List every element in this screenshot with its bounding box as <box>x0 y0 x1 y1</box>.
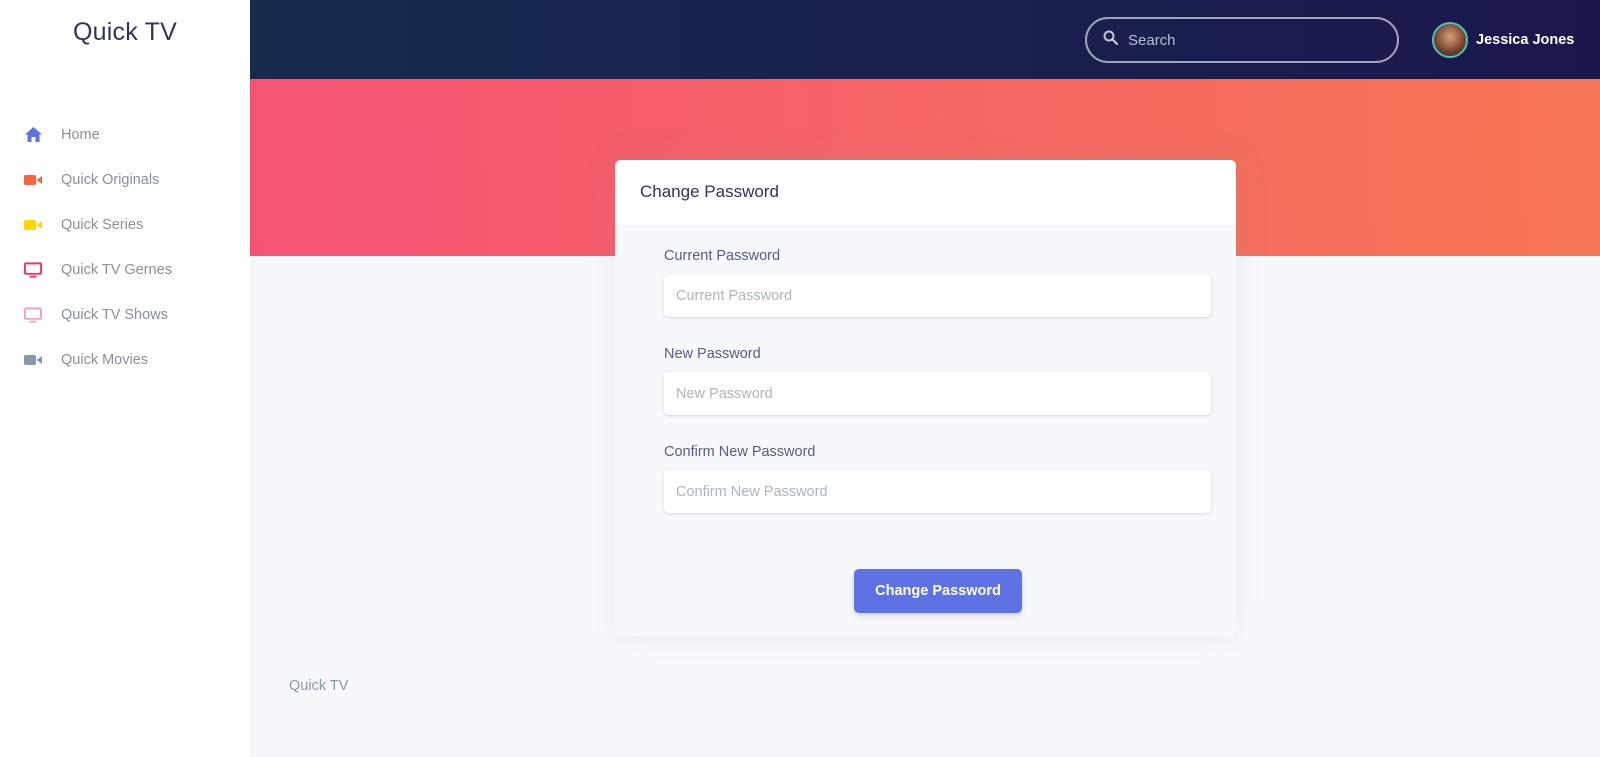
current-password-group: Current Password <box>664 248 1211 317</box>
tv-icon <box>24 306 42 324</box>
current-password-label: Current Password <box>664 248 781 264</box>
new-password-label: New Password <box>664 346 761 362</box>
sidebar-item-label: Quick Series <box>61 216 144 233</box>
sidebar-item-quick-movies[interactable]: Quick Movies <box>0 337 250 382</box>
confirm-password-label: Confirm New Password <box>664 444 816 460</box>
sidebar-item-label: Home <box>61 126 100 143</box>
sidebar-item-quick-tv-gernes[interactable]: Quick TV Gernes <box>0 247 250 292</box>
card-header: Change Password <box>615 160 1236 226</box>
sidebar-item-label: Quick TV Shows <box>61 306 168 323</box>
avatar[interactable] <box>1432 22 1468 58</box>
sidebar-nav: Home Quick Originals Quick Series Quick … <box>0 112 250 382</box>
video-camera-icon <box>24 351 42 369</box>
sidebar-item-quick-tv-shows[interactable]: Quick TV Shows <box>0 292 250 337</box>
confirm-password-input[interactable] <box>664 470 1211 513</box>
sidebar: Quick TV Home Quick Originals Quick Seri… <box>0 0 250 757</box>
new-password-input[interactable] <box>664 372 1211 415</box>
new-password-group: New Password <box>664 346 1211 415</box>
sidebar-item-label: Quick Movies <box>61 351 149 368</box>
sidebar-item-quick-originals[interactable]: Quick Originals <box>0 157 250 202</box>
sidebar-item-label: Quick TV Gernes <box>61 261 172 278</box>
search-input[interactable] <box>1128 31 1368 49</box>
change-password-button[interactable]: Change Password <box>854 569 1022 613</box>
user-name[interactable]: Jessica Jones <box>1476 32 1574 48</box>
search-bar[interactable] <box>1085 17 1399 63</box>
sidebar-item-home[interactable]: Home <box>0 112 250 157</box>
top-navbar: Jessica Jones <box>250 0 1600 79</box>
tv-icon <box>24 261 42 279</box>
card-title: Change Password <box>640 182 779 201</box>
footer-text: Quick TV <box>289 678 349 694</box>
video-camera-icon <box>24 171 42 189</box>
user-menu[interactable]: Jessica Jones <box>1432 22 1574 58</box>
home-icon <box>24 126 42 144</box>
change-password-card: Change Password Current Password New Pas… <box>615 160 1236 636</box>
current-password-input[interactable] <box>664 274 1211 317</box>
search-icon <box>1103 30 1119 50</box>
sidebar-item-quick-series[interactable]: Quick Series <box>0 202 250 247</box>
video-camera-icon <box>24 216 42 234</box>
sidebar-item-label: Quick Originals <box>61 171 160 188</box>
brand-logo[interactable]: Quick TV <box>0 18 250 47</box>
confirm-password-group: Confirm New Password <box>664 444 1211 513</box>
